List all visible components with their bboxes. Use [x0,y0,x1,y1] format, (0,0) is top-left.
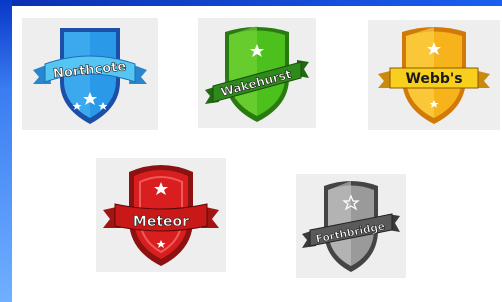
wakehurst-crest-icon: Wakehurst [205,26,309,122]
meteor-crest-icon: Meteor [103,165,219,266]
webbs-crest-icon: Webb's [378,27,490,124]
crest-tile-forthbridge: Forthbridge [296,174,406,278]
crest-tile-meteor: Meteor [96,158,226,272]
northcote-crest-icon: Northcote [33,28,147,124]
crest-label-webbs: Webb's [405,71,462,87]
forthbridge-crest-icon: Forthbridge [302,181,400,272]
crest-tile-northcote: Northcote [22,18,158,130]
crest-canvas: Northcote Wakehurst Webb's Meteor Forthb… [12,6,502,302]
crest-label-meteor: Meteor [133,214,189,230]
crest-tile-webbs: Webb's [368,20,500,130]
slide-left-edge [0,0,12,302]
crest-tile-wakehurst: Wakehurst [198,18,316,128]
